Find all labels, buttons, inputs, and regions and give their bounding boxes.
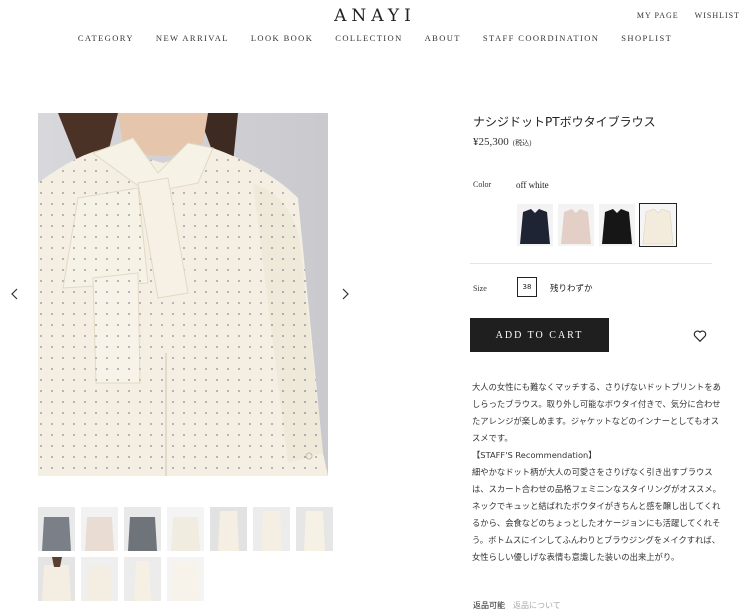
nav-item-collection[interactable]: COLLECTION: [324, 33, 413, 43]
utility-nav: MY PAGE WISHLIST: [637, 11, 740, 20]
thumbnail[interactable]: [81, 507, 118, 551]
swatch-pink[interactable]: [558, 204, 594, 246]
color-swatches: [517, 203, 677, 247]
thumbnail[interactable]: [81, 557, 118, 601]
blouse-photo: [38, 113, 328, 476]
swatch-black[interactable]: [599, 204, 635, 246]
description-line: 女性らしい優しげな表情も意識した装いの出来上がり。: [472, 552, 680, 562]
divider: [470, 263, 712, 264]
description-line: スメです。: [472, 433, 513, 443]
next-image-button[interactable]: [338, 285, 352, 303]
nav-item-about[interactable]: ABOUT: [414, 33, 472, 43]
returns-link[interactable]: 返品について: [513, 600, 561, 611]
chevron-right-icon: [342, 288, 349, 300]
color-value: off white: [516, 180, 549, 190]
thumbnail-gallery: [38, 507, 333, 601]
thumbnail[interactable]: [296, 507, 333, 551]
product-description: 大人の女性にも難なくマッチする、さりげないドットプリントをあ しらったブラウス。…: [472, 379, 721, 566]
returns-label: 返品可能: [473, 601, 505, 610]
description-line: しらったブラウス。取り外し可能なボウタイ付きで、気分に合わせ: [472, 399, 721, 409]
swatch-navy[interactable]: [517, 204, 553, 246]
main-nav: CATEGORY NEW ARRIVAL LOOK BOOK COLLECTIO…: [0, 33, 750, 43]
description-line: 【STAFF'S Recommendation】: [472, 450, 597, 460]
heart-icon: [693, 330, 707, 343]
description-line: 細やかなドット柄が大人の可愛さをさりげなく引き出すブラウス: [472, 467, 713, 477]
wishlist-link[interactable]: WISHLIST: [695, 11, 740, 20]
description-line: う。ボトムスにインしてふんわりとブラウジングをメイクすれば、: [472, 535, 720, 545]
nav-item-look-book[interactable]: LOOK BOOK: [240, 33, 324, 43]
add-to-cart-button[interactable]: ADD TO CART: [470, 318, 609, 352]
nav-item-new-arrival[interactable]: NEW ARRIVAL: [145, 33, 240, 43]
stock-status: 残りわずか: [550, 284, 593, 294]
wishlist-heart-button[interactable]: [693, 328, 707, 343]
returns-info: 返品可能 返品について: [473, 600, 561, 611]
chevron-left-icon: [11, 288, 18, 300]
thumbnail[interactable]: [167, 557, 204, 601]
my-page-link[interactable]: MY PAGE: [637, 11, 679, 20]
prev-image-button[interactable]: [8, 285, 22, 303]
product-main-image[interactable]: [38, 113, 328, 476]
description-line: たアレンジが楽しめます。ジャケットなどのインナーとしてもオス: [472, 416, 720, 426]
product-title: ナシジドットPTボウタイブラウス: [473, 115, 656, 129]
product-price: ¥25,300 (税込): [473, 136, 531, 148]
thumbnail[interactable]: [253, 507, 290, 551]
nav-item-category[interactable]: CATEGORY: [67, 33, 145, 43]
thumbnail[interactable]: [167, 507, 204, 551]
description-line: ネックでキュッと結ばれたボウタイがきちんと感を醸し出してくれ: [472, 501, 721, 511]
tax-note: (税込): [512, 139, 532, 147]
description-line: るから、会食などのちょっとしたオケージョンにも活躍してくれそ: [472, 518, 721, 528]
thumbnail[interactable]: [124, 557, 161, 601]
color-label: Color: [473, 180, 492, 189]
nav-item-shoplist[interactable]: SHOPLIST: [610, 33, 683, 43]
description-line: 大人の女性にも難なくマッチする、さりげないドットプリントをあ: [472, 382, 721, 392]
swatch-off-white[interactable]: [639, 203, 677, 247]
nav-item-staff-coordination[interactable]: STAFF COORDINATION: [472, 33, 610, 43]
size-label: Size: [473, 284, 487, 293]
price-value: ¥25,300: [473, 136, 509, 148]
thumbnail[interactable]: [38, 507, 75, 551]
thumbnail[interactable]: [124, 507, 161, 551]
description-line: は、スカート合わせの品格フェミニンなスタイリングがオススメ。: [472, 484, 721, 494]
thumbnail[interactable]: [210, 507, 247, 551]
size-option-38[interactable]: 38: [517, 277, 537, 297]
thumbnail[interactable]: [38, 557, 75, 601]
